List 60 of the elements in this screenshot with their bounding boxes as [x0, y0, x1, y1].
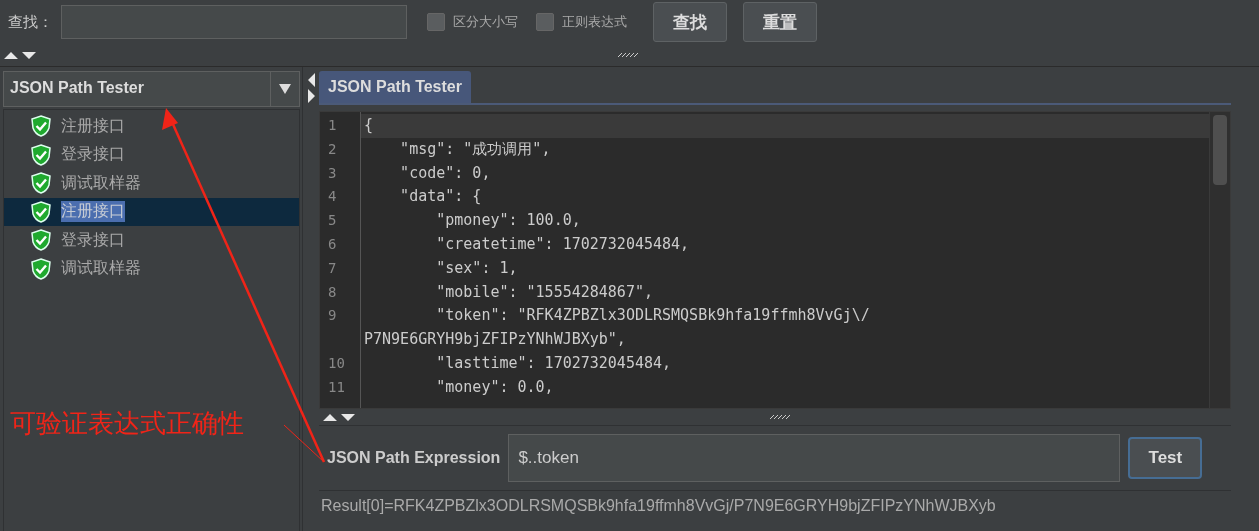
code-line: "data": { [399, 187, 482, 206]
code-line: P7N9E6GRYH9bjZFIPzYNhWJBXyb", [364, 330, 626, 349]
line-number: 6 [327, 235, 338, 254]
collapse-arrows-icon[interactable] [306, 71, 316, 105]
search-field[interactable] [61, 5, 407, 39]
leader-line [283, 424, 325, 463]
search-label: 查找： [8, 12, 53, 32]
line-number: 1 [327, 116, 338, 135]
annotation-text: 可验证表达式正确性 [10, 407, 244, 440]
shield-check-icon [31, 257, 51, 280]
expression-field[interactable]: $..token [508, 434, 1121, 482]
tree-item[interactable]: 调试取样器 [4, 254, 299, 283]
checkbox[interactable] [536, 13, 554, 31]
shield-check-icon [31, 200, 51, 223]
tree-item[interactable]: 登录接口 [4, 226, 299, 255]
caret-icon [279, 84, 291, 94]
splitter-grip-icon[interactable] [769, 414, 791, 420]
tree-item[interactable]: 登录接口 [4, 140, 299, 169]
line-number: 5 [327, 211, 338, 231]
shield-check-icon [31, 143, 51, 166]
line-number: 10 [327, 353, 346, 373]
code-line: "pmoney": 100.0, [435, 211, 581, 230]
scrollbar[interactable] [1209, 112, 1230, 408]
code-line: "code": 0, [399, 163, 491, 182]
scrollbar-thumb[interactable] [1213, 115, 1227, 185]
tree-item[interactable]: 调试取样器 [4, 169, 299, 198]
code-line: "msg": "成功调用", [399, 139, 551, 158]
checkbox[interactable] [427, 13, 445, 31]
line-number: 3 [327, 163, 338, 183]
code-line: "mobile": "15554284867", [435, 282, 653, 301]
collapse-arrows-icon[interactable] [4, 50, 38, 60]
find-button[interactable]: 查找 [653, 2, 727, 42]
code-editor[interactable] [319, 111, 1231, 409]
code-line: { [364, 116, 374, 134]
code-line: "lasttime": 1702732045484, [435, 353, 672, 372]
collapse-arrows-icon[interactable] [323, 412, 357, 422]
shield-check-icon [31, 172, 51, 195]
tree-item[interactable]: 注册接口 [4, 112, 299, 141]
line-number: 8 [327, 282, 338, 302]
tab[interactable]: JSON Path Tester [319, 71, 471, 103]
code-line: "createtime": 1702732045484, [435, 235, 690, 253]
splitter-grip-icon[interactable] [617, 52, 639, 58]
checkbox-label: 正则表达式 [562, 13, 627, 31]
sampler-dropdown[interactable]: JSON Path Tester [3, 71, 300, 107]
result-text: Result[0]=RFK4ZPBZlx3ODLRSMQSBk9hfa19ffmh8VvGj/P7N9E6GRYH9bjZFIPzYNhWJBXyb [319, 490, 1231, 521]
code-line: "sex": 1, [435, 258, 518, 277]
test-button[interactable]: Test [1128, 437, 1203, 479]
code-line: "money": 0.0, [435, 377, 554, 396]
shield-check-icon [31, 115, 51, 138]
tree-item[interactable]: 注册接口 [4, 197, 299, 226]
checkbox-label: 区分大小写 [453, 13, 518, 31]
expression-label: JSON Path Expression [327, 449, 501, 467]
reset-button[interactable]: 重置 [743, 2, 817, 42]
line-number: 4 [327, 187, 338, 207]
line-number: 2 [327, 139, 338, 159]
line-number: 7 [327, 258, 338, 278]
shield-check-icon [31, 229, 51, 252]
code-line: "token": "RFK4ZPBZlx3ODLRSMQSBk9hfa19ffmh8VvGj\/ [435, 306, 870, 325]
line-number: 9 [327, 306, 338, 326]
line-number: 11 [327, 377, 346, 397]
